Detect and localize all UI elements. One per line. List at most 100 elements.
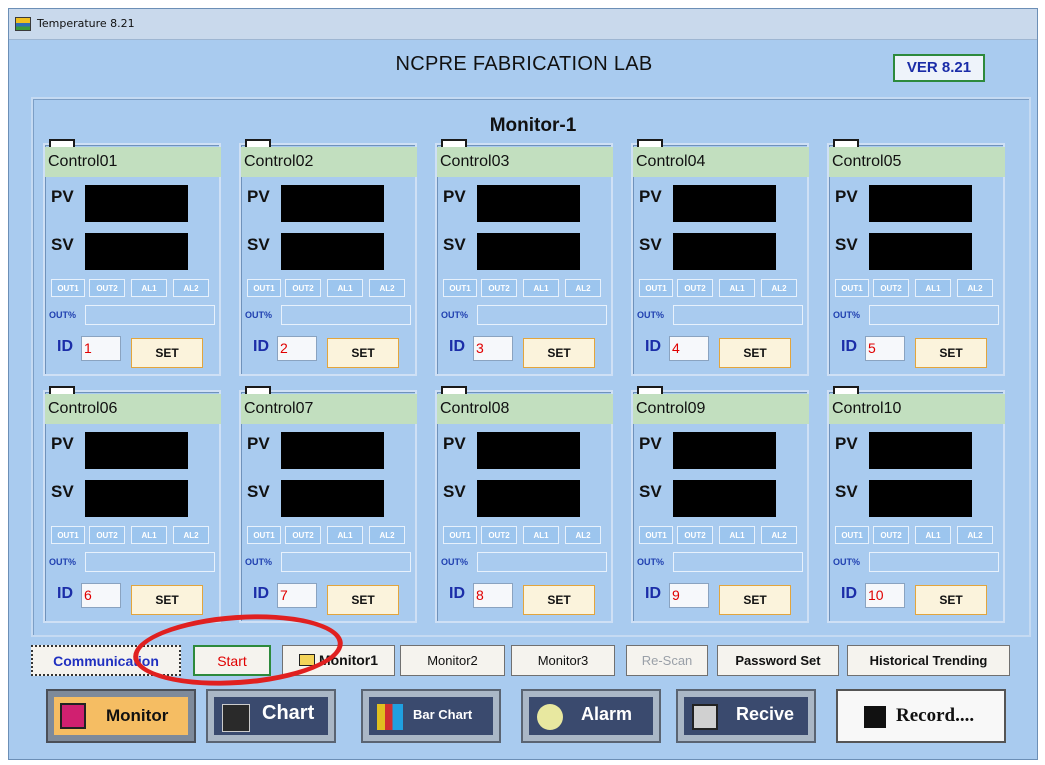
- panel-tab[interactable]: [49, 386, 75, 394]
- out1-indicator: OUT1: [247, 526, 281, 544]
- control-name: Control02: [241, 147, 417, 177]
- pv-display: [281, 432, 384, 469]
- panel-tab[interactable]: [245, 386, 271, 394]
- alarm-nav-button[interactable]: Alarm: [521, 689, 661, 743]
- id-field[interactable]: 2: [277, 336, 317, 361]
- id-label: ID: [449, 585, 465, 602]
- al2-indicator: AL2: [565, 279, 601, 297]
- version-badge: VER 8.21: [893, 54, 985, 82]
- id-label: ID: [841, 338, 857, 355]
- out2-indicator: OUT2: [89, 526, 125, 544]
- control-panel: Control03 PV SV OUT1 OUT2 AL1 AL2 OUT% ID 3 SET: [435, 139, 613, 376]
- pv-display: [869, 432, 972, 469]
- control-name: Control05: [829, 147, 1005, 177]
- set-button[interactable]: SET: [131, 585, 203, 615]
- recive-nav-button[interactable]: Recive: [676, 689, 816, 743]
- recive-nav-label: Recive: [736, 704, 795, 724]
- password-set-button[interactable]: Password Set: [717, 645, 839, 676]
- out-percent-bar: [869, 552, 999, 572]
- set-button[interactable]: SET: [131, 338, 203, 368]
- out2-indicator: OUT2: [873, 279, 909, 297]
- record-nav-label: Record....: [896, 705, 975, 726]
- set-button[interactable]: SET: [915, 585, 987, 615]
- pv-label: PV: [443, 187, 466, 206]
- set-button[interactable]: SET: [719, 585, 791, 615]
- pv-display: [673, 432, 776, 469]
- id-field[interactable]: 8: [473, 583, 513, 608]
- folder-icon: [298, 654, 315, 666]
- out-percent-label: OUT%: [441, 310, 468, 320]
- out1-indicator: OUT1: [443, 526, 477, 544]
- al1-indicator: AL1: [327, 279, 363, 297]
- panel-tab[interactable]: [441, 139, 467, 147]
- rescan-button[interactable]: Re-Scan: [626, 645, 708, 676]
- start-button[interactable]: Start: [193, 645, 271, 676]
- monitor3-button[interactable]: Monitor3: [511, 645, 615, 676]
- out1-indicator: OUT1: [639, 526, 673, 544]
- app-icon: [15, 17, 31, 31]
- id-field[interactable]: 3: [473, 336, 513, 361]
- set-button[interactable]: SET: [523, 585, 595, 615]
- communication-button[interactable]: Communication: [31, 645, 181, 676]
- pv-label: PV: [51, 187, 74, 206]
- monitor1-label: Monitor1: [318, 652, 379, 668]
- pv-display: [85, 185, 188, 222]
- out-percent-label: OUT%: [49, 310, 76, 320]
- set-button[interactable]: SET: [327, 585, 399, 615]
- pv-label: PV: [247, 434, 270, 453]
- set-button[interactable]: SET: [719, 338, 791, 368]
- sv-display: [673, 233, 776, 270]
- id-field[interactable]: 10: [865, 583, 905, 608]
- sv-label: SV: [51, 235, 74, 254]
- panel-tab[interactable]: [637, 386, 663, 394]
- id-field[interactable]: 6: [81, 583, 121, 608]
- monitor1-button[interactable]: Monitor1: [282, 645, 395, 676]
- sv-display: [85, 480, 188, 517]
- al2-indicator: AL2: [173, 279, 209, 297]
- chart-nav-label: Chart: [262, 702, 315, 724]
- out2-indicator: OUT2: [677, 526, 713, 544]
- chart-nav-button[interactable]: Chart: [206, 689, 336, 743]
- chart-icon: [222, 704, 250, 732]
- set-button[interactable]: SET: [523, 338, 595, 368]
- historical-trending-label: Historical Trending: [869, 653, 988, 668]
- id-field[interactable]: 7: [277, 583, 317, 608]
- pv-display: [85, 432, 188, 469]
- monitor2-button[interactable]: Monitor2: [400, 645, 505, 676]
- id-label: ID: [57, 585, 73, 602]
- out1-indicator: OUT1: [835, 526, 869, 544]
- al1-indicator: AL1: [915, 279, 951, 297]
- panel-tab[interactable]: [441, 386, 467, 394]
- out-percent-bar: [673, 305, 803, 325]
- monitor-nav-button[interactable]: Monitor: [46, 689, 196, 743]
- panel-tab[interactable]: [245, 139, 271, 147]
- set-button[interactable]: SET: [327, 338, 399, 368]
- id-label: ID: [253, 585, 269, 602]
- historical-trending-button[interactable]: Historical Trending: [847, 645, 1010, 676]
- panel-tab[interactable]: [637, 139, 663, 147]
- bar-chart-nav-button[interactable]: Bar Chart: [361, 689, 501, 743]
- al1-indicator: AL1: [327, 526, 363, 544]
- record-nav-button[interactable]: Record....: [836, 689, 1006, 743]
- control-panel: Control10 PV SV OUT1 OUT2 AL1 AL2 OUT% ID 10 SET: [827, 386, 1005, 623]
- out-percent-label: OUT%: [637, 310, 664, 320]
- al2-indicator: AL2: [173, 526, 209, 544]
- sv-label: SV: [247, 482, 270, 501]
- out-percent-label: OUT%: [245, 557, 272, 567]
- panel-tab[interactable]: [833, 139, 859, 147]
- panel-tab[interactable]: [49, 139, 75, 147]
- alarm-icon: [537, 704, 563, 730]
- sv-label: SV: [247, 235, 270, 254]
- set-button[interactable]: SET: [915, 338, 987, 368]
- id-field[interactable]: 5: [865, 336, 905, 361]
- id-field[interactable]: 9: [669, 583, 709, 608]
- al1-indicator: AL1: [523, 526, 559, 544]
- id-label: ID: [57, 338, 73, 355]
- sv-display: [477, 233, 580, 270]
- control-panel: Control08 PV SV OUT1 OUT2 AL1 AL2 OUT% ID 8 SET: [435, 386, 613, 623]
- id-field[interactable]: 1: [81, 336, 121, 361]
- control-panel: Control05 PV SV OUT1 OUT2 AL1 AL2 OUT% ID 5 SET: [827, 139, 1005, 376]
- out2-indicator: OUT2: [677, 279, 713, 297]
- id-field[interactable]: 4: [669, 336, 709, 361]
- panel-tab[interactable]: [833, 386, 859, 394]
